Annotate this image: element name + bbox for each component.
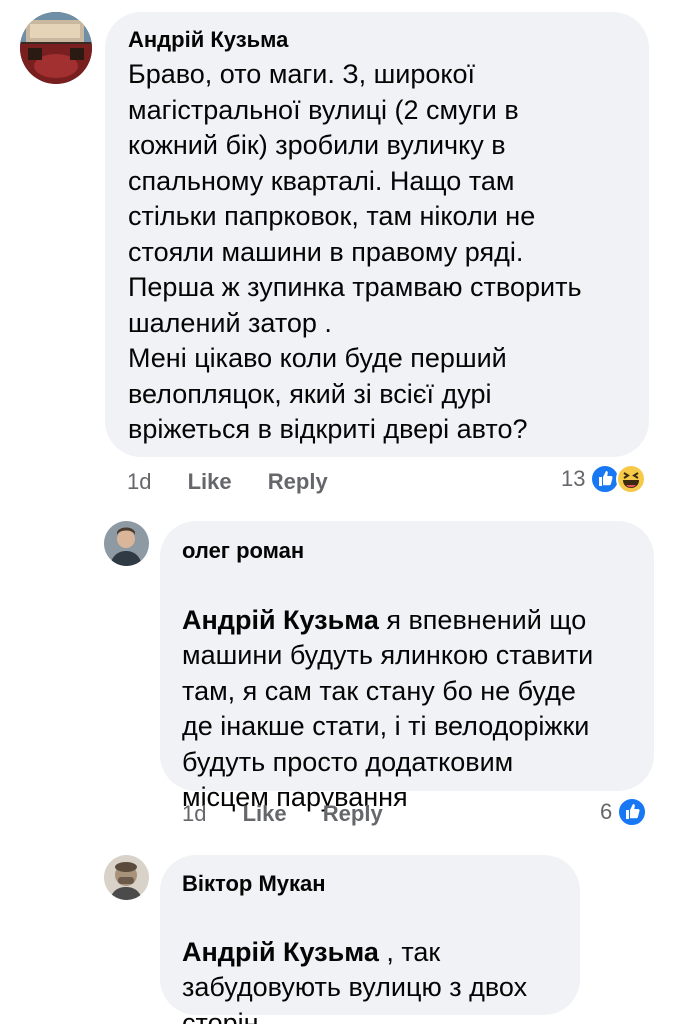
- like-icon: [617, 797, 648, 827]
- avatar-photo: [104, 521, 149, 566]
- reaction-count: 13: [561, 466, 586, 491]
- avatar-photo: [104, 855, 149, 900]
- mention-link[interactable]: Андрій Кузьма: [182, 605, 379, 635]
- comment-actions: 1d Like Reply: [182, 801, 383, 827]
- reply-button[interactable]: Reply: [268, 469, 328, 495]
- comment-author[interactable]: Віктор Мукан: [182, 871, 326, 897]
- mention-link[interactable]: Андрій Кузьма: [182, 937, 379, 967]
- comment-text-body: я впевнений що машини будуть ялинкою ста…: [182, 604, 594, 813]
- comment-time[interactable]: 1d: [127, 469, 151, 495]
- comment-text: Андрій Кузьма я впевнений що машини буду…: [182, 567, 652, 816]
- haha-icon: [616, 464, 647, 494]
- comment-author[interactable]: олег роман: [182, 538, 304, 564]
- like-button[interactable]: Like: [243, 801, 287, 827]
- reactions[interactable]: 13: [561, 464, 647, 494]
- reactions[interactable]: 6: [600, 797, 648, 827]
- avatar[interactable]: [104, 521, 149, 566]
- avatar[interactable]: [20, 12, 92, 84]
- avatar[interactable]: [104, 855, 149, 900]
- comment-author[interactable]: Андрій Кузьма: [128, 27, 288, 53]
- comment-actions: 1d Like Reply: [127, 469, 328, 495]
- reaction-count: 6: [600, 799, 613, 824]
- like-button[interactable]: Like: [188, 469, 232, 495]
- comment-time[interactable]: 1d: [182, 801, 206, 827]
- comment-text: Браво, ото маги. З, широкої магістрально…: [128, 59, 582, 444]
- comment-text: Андрій Кузьма , так забудовують вулицю з…: [182, 899, 572, 1024]
- avatar-photo: [20, 12, 92, 84]
- reply-button[interactable]: Reply: [323, 801, 383, 827]
